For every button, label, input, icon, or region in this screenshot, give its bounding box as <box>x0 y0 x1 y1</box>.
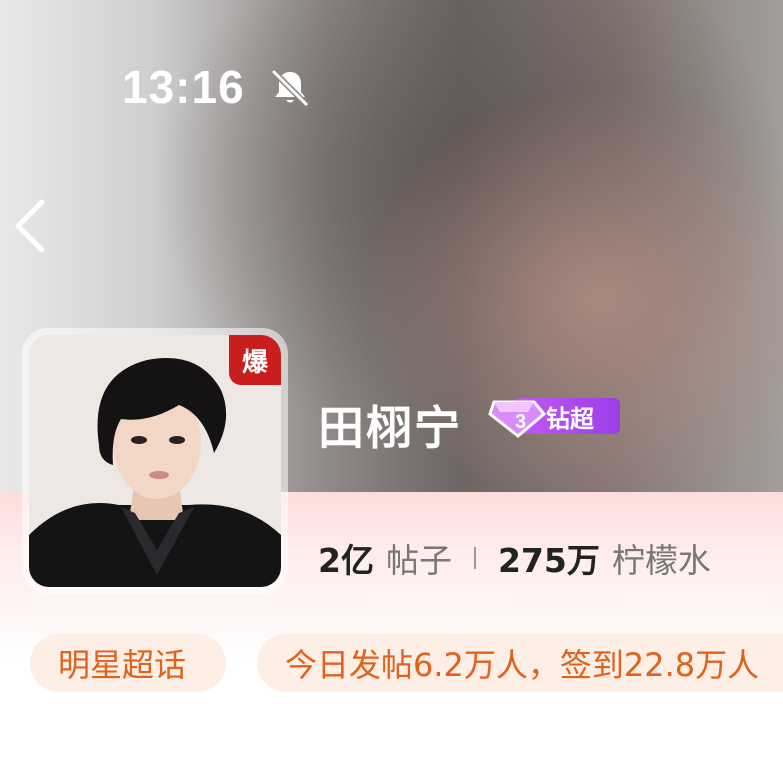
diamond-level-3-icon: 3 <box>488 400 546 438</box>
posts-count: 2亿 <box>318 541 374 580</box>
activity-tag[interactable]: 今日发帖6.2万人，签到22.8万人 <box>257 634 783 692</box>
stats-divider <box>473 547 476 569</box>
svg-text:3: 3 <box>515 411 526 433</box>
avatar[interactable]: 爆 <box>29 335 281 587</box>
fans-count: 275万 <box>497 541 600 580</box>
posts-label: 帖子 <box>385 541 452 580</box>
hot-badge: 爆 <box>229 335 281 385</box>
category-tag[interactable]: 明星超话 <box>30 634 226 692</box>
avatar-frame[interactable]: 爆 <box>22 328 288 594</box>
status-time: 13:16 <box>122 61 245 113</box>
topic-name: 田栩宁 <box>318 401 462 455</box>
stats-row: 2亿 帖子 275万 柠檬水 <box>318 536 711 580</box>
level-badge[interactable]: 钻超 3 <box>488 394 622 438</box>
chevron-left-icon[interactable] <box>8 196 48 256</box>
bell-slash-icon <box>271 69 309 107</box>
fans-label: 柠檬水 <box>611 541 711 580</box>
